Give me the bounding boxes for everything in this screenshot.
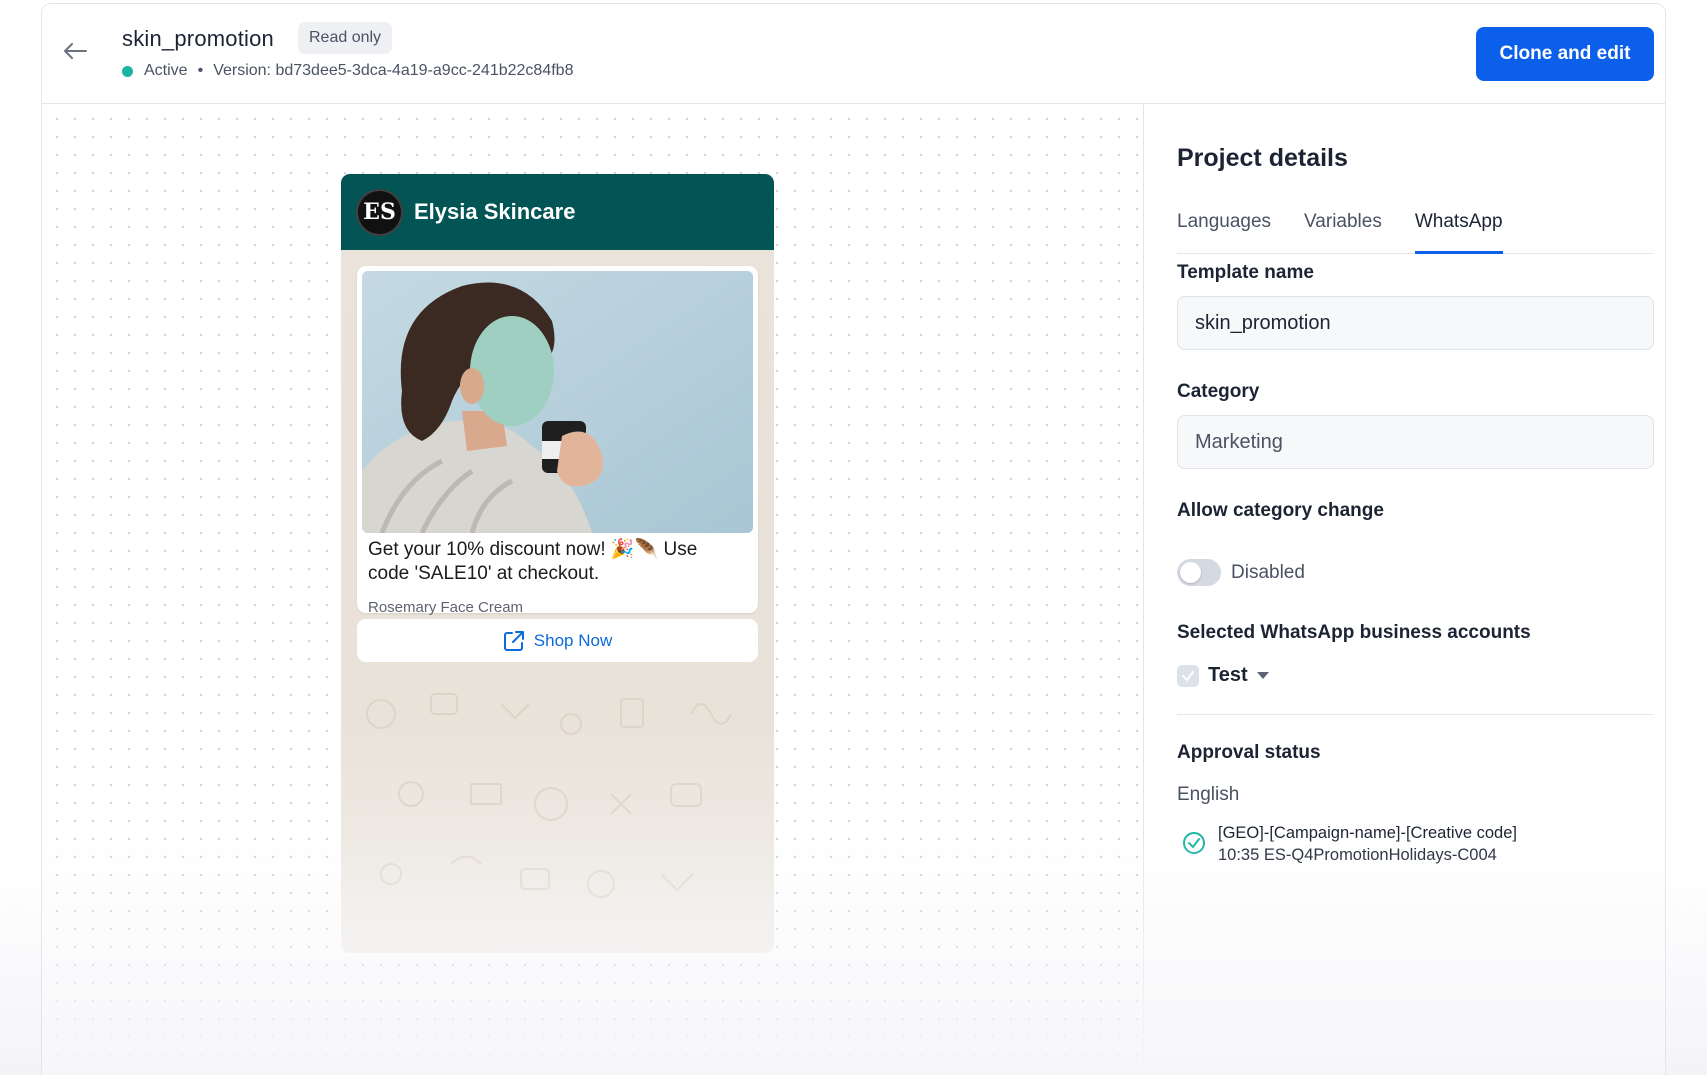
meta-separator: • [197,62,204,79]
read-only-badge: Read only [298,22,393,54]
status-dot-icon [122,65,133,77]
approval-status-row: [GEO]-[Campaign-name]-[Creative code] 10… [1182,822,1517,866]
chat-wallpaper [366,693,732,898]
caret-down-icon[interactable] [1256,671,1269,680]
app-frame: skin_promotion Read only Active • Versio… [41,3,1666,1075]
whatsapp-preview: ES Elysia Skincare Get your 10% discount… [341,174,774,953]
message-image [362,271,753,533]
business-avatar: ES [356,188,403,236]
business-accounts-label: Selected WhatsApp business accounts [1177,622,1531,643]
page-title: skin_promotion [122,26,274,51]
template-name-label: Template name [1177,262,1314,283]
status-text: Active [144,62,188,79]
account-name: Test [1208,664,1248,686]
clone-and-edit-button[interactable]: Clone and edit [1476,27,1654,81]
check-icon [1182,670,1194,681]
arrow-left-icon [64,43,87,59]
section-divider [1177,714,1654,715]
toggle-state-label: Disabled [1231,561,1305,583]
back-button[interactable] [60,36,90,66]
external-link-icon [503,630,524,651]
panel-title: Project details [1177,144,1348,172]
allow-category-toggle-row: Disabled [1177,559,1305,586]
tab-languages[interactable]: Languages [1177,208,1271,254]
category-label: Category [1177,381,1260,402]
status-meta: Active • Version: bd73dee5-3dca-4a19-a9c… [122,62,573,80]
preview-canvas: ES Elysia Skincare Get your 10% discount… [42,104,1143,1075]
approval-status-text: [GEO]-[Campaign-name]-[Creative code] 10… [1218,822,1517,866]
shop-now-button[interactable]: Shop Now [357,619,758,662]
project-details-panel: Project details Languages Variables What… [1143,104,1665,1075]
check-circle-icon [1183,832,1205,854]
chat-header: ES Elysia Skincare [341,174,774,250]
business-name: Elysia Skincare [414,199,576,224]
approval-status-label: Approval status [1177,742,1321,763]
allow-category-change-label: Allow category change [1177,500,1384,521]
message-footer: Rosemary Face Cream [368,599,524,616]
approval-line-2: 10:35 ES-Q4PromotionHolidays-C004 [1218,846,1497,864]
template-name-field[interactable] [1177,296,1654,350]
approval-language: English [1177,784,1240,805]
top-bar: skin_promotion Read only Active • Versio… [42,4,1665,104]
approval-line-1: [GEO]-[Campaign-name]-[Creative code] [1218,824,1517,842]
message-text: Get your 10% discount now! 🎉🪶 Use code '… [368,539,698,584]
shop-now-label: Shop Now [533,630,613,650]
message-bubble: Get your 10% discount now! 🎉🪶 Use code '… [357,266,758,616]
account-row: Test [1177,664,1269,687]
allow-category-toggle[interactable] [1177,559,1221,586]
tab-whatsapp[interactable]: WhatsApp [1414,208,1503,254]
account-checkbox[interactable] [1177,664,1199,687]
category-field[interactable] [1177,415,1654,469]
tab-variables[interactable]: Variables [1304,208,1382,254]
version-text: Version: bd73dee5-3dca-4a19-a9cc-241b22c… [213,62,574,79]
panel-tabs: Languages Variables WhatsApp [1177,208,1654,254]
